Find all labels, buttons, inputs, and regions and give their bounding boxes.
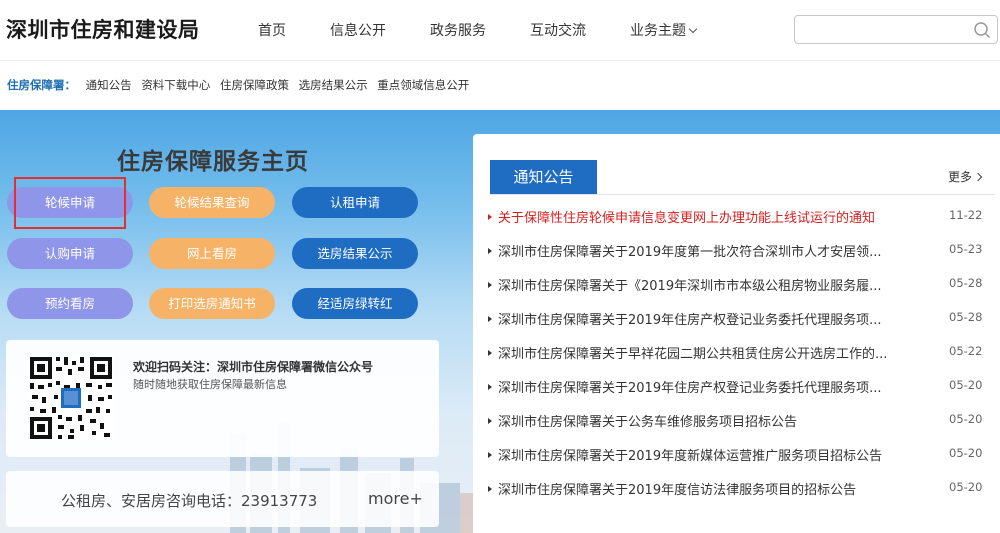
site-title[interactable]: 深圳市住房和建设局 [6, 14, 200, 44]
bullet-arrow-icon [488, 486, 492, 492]
notice-item[interactable]: 深圳市住房保障署关于2019年度第一批次符合深圳市人才安居领... 05-23 [488, 241, 1000, 275]
notice-title[interactable]: 深圳市住房保障署关于早祥花园二期公共租赁住房公开选房工作的... [498, 343, 934, 362]
chevron-right-icon [973, 172, 983, 182]
notice-date: 05-20 [949, 480, 983, 494]
selection-results-button[interactable]: 选房结果公示 [292, 238, 418, 269]
notice-date: 11-22 [949, 208, 983, 222]
notice-item[interactable]: 深圳市住房保障署关于2019年度新媒体运营推广服务项目招标公告 05-20 [488, 445, 1000, 479]
notice-title[interactable]: 深圳市住房保障署关于2019年度新媒体运营推广服务项目招标公告 [498, 445, 934, 464]
notice-title[interactable]: 深圳市住房保障署关于公务车维修服务项目招标公告 [498, 411, 934, 430]
breadcrumb-link-results[interactable]: 选房结果公示 [299, 78, 368, 92]
notice-date: 05-23 [949, 242, 983, 256]
breadcrumb-link-notices[interactable]: 通知公告 [86, 78, 132, 92]
wechat-card: 欢迎扫码关注：深圳市住房保障署微信公众号 随时随地获取住房保障最新信息 [6, 340, 439, 457]
notice-title[interactable]: 深圳市住房保障署关于2019年度第一批次符合深圳市人才安居领... [498, 241, 934, 260]
notice-title[interactable]: 关于保障性住房轮候申请信息变更网上办理功能上线试运行的通知 [498, 207, 934, 226]
breadcrumb-link-key-areas[interactable]: 重点领域信息公开 [377, 78, 469, 92]
notice-item[interactable]: 关于保障性住房轮候申请信息变更网上办理功能上线试运行的通知 11-22 [488, 207, 1000, 241]
page-title: 住房保障服务主页 [117, 149, 309, 175]
header: 深圳市住房和建设局 首页 信息公开 政务服务 互动交流 业务主题 [0, 0, 1000, 60]
wechat-subtitle: 随时随地获取住房保障最新信息 [133, 378, 287, 391]
notice-more-label: 更多 [948, 170, 973, 184]
bullet-arrow-icon [488, 248, 492, 254]
main-nav: 首页 信息公开 政务服务 互动交流 业务主题 [258, 20, 740, 40]
notice-title[interactable]: 深圳市住房保障署关于2019年住房产权登记业务委托代理服务项... [498, 377, 934, 396]
highlight-box [14, 177, 126, 229]
bullet-arrow-icon [488, 350, 492, 356]
notice-date: 05-28 [949, 276, 983, 290]
breadcrumb-link-downloads[interactable]: 资料下载中心 [141, 78, 210, 92]
breadcrumb-lead: 住房保障署： [7, 78, 76, 92]
nav-business-topics[interactable]: 业务主题 [630, 20, 698, 40]
bullet-arrow-icon [488, 418, 492, 424]
notice-item[interactable]: 深圳市住房保障署关于2019年度信访法律服务项目的招标公告 05-20 [488, 479, 1000, 513]
purchase-apply-button[interactable]: 认购申请 [7, 238, 133, 269]
hotline-text: 公租房、安居房咨询电话：23913773 [61, 492, 318, 510]
online-viewing-button[interactable]: 网上看房 [149, 238, 275, 269]
header-divider [0, 60, 1000, 61]
wechat-title: 欢迎扫码关注：深圳市住房保障署微信公众号 [133, 360, 374, 374]
nav-home[interactable]: 首页 [258, 20, 286, 40]
notice-date: 05-20 [949, 446, 983, 460]
nav-info-disclosure[interactable]: 信息公开 [330, 20, 386, 40]
notice-title[interactable]: 深圳市住房保障署关于2019年住房产权登记业务委托代理服务项... [498, 309, 934, 328]
notice-item[interactable]: 深圳市住房保障署关于2019年住房产权登记业务委托代理服务项... 05-28 [488, 309, 1000, 343]
notice-item[interactable]: 深圳市住房保障署关于公务车维修服务项目招标公告 05-20 [488, 411, 1000, 445]
breadcrumb: 住房保障署： 通知公告 资料下载中心 住房保障政策 选房结果公示 重点领域信息公… [7, 77, 475, 93]
notice-date: 05-22 [949, 344, 983, 358]
search-input[interactable] [795, 16, 965, 43]
notice-more-link[interactable]: 更多 [948, 168, 983, 185]
search-box [794, 15, 998, 44]
search-icon[interactable] [973, 21, 991, 39]
bullet-arrow-icon [488, 214, 492, 220]
hotline-card: 公租房、安居房咨询电话：23913773 more+ [6, 471, 439, 527]
print-notice-button[interactable]: 打印选房通知书 [149, 288, 275, 319]
notice-divider [490, 194, 995, 195]
bullet-arrow-icon [488, 282, 492, 288]
affordable-housing-convert-button[interactable]: 经适房绿转红 [292, 288, 418, 319]
bullet-arrow-icon [488, 384, 492, 390]
notice-title[interactable]: 深圳市住房保障署关于《2019年深圳市市本级公租房物业服务履... [498, 275, 934, 294]
notice-item[interactable]: 深圳市住房保障署关于2019年住房产权登记业务委托代理服务项... 05-20 [488, 377, 1000, 411]
waiting-result-query-button[interactable]: 轮候结果查询 [149, 187, 275, 218]
notice-date: 05-28 [949, 310, 983, 324]
notice-list: 关于保障性住房轮候申请信息变更网上办理功能上线试运行的通知 11-22 深圳市住… [488, 207, 1000, 513]
tab-notices[interactable]: 通知公告 [490, 160, 597, 194]
notice-item[interactable]: 深圳市住房保障署关于《2019年深圳市市本级公租房物业服务履... 05-28 [488, 275, 1000, 309]
chevron-down-icon [688, 24, 698, 33]
nav-business-topics-label: 业务主题 [630, 23, 686, 39]
bullet-arrow-icon [488, 316, 492, 322]
notice-item[interactable]: 深圳市住房保障署关于早祥花园二期公共租赁住房公开选房工作的... 05-22 [488, 343, 1000, 377]
notice-date: 05-20 [949, 378, 983, 392]
breadcrumb-link-policy[interactable]: 住房保障政策 [220, 78, 289, 92]
notice-date: 05-20 [949, 412, 983, 426]
notice-panel: 通知公告 更多 关于保障性住房轮候申请信息变更网上办理功能上线试运行的通知 11… [473, 134, 1000, 533]
qr-code-image [28, 355, 114, 441]
nav-interaction[interactable]: 互动交流 [530, 20, 586, 40]
nav-gov-services[interactable]: 政务服务 [430, 20, 486, 40]
book-viewing-button[interactable]: 预约看房 [7, 288, 133, 319]
bullet-arrow-icon [488, 452, 492, 458]
hotline-more-link[interactable]: more+ [368, 489, 423, 508]
rent-apply-button[interactable]: 认租申请 [292, 187, 418, 218]
notice-title[interactable]: 深圳市住房保障署关于2019年度信访法律服务项目的招标公告 [498, 479, 934, 498]
